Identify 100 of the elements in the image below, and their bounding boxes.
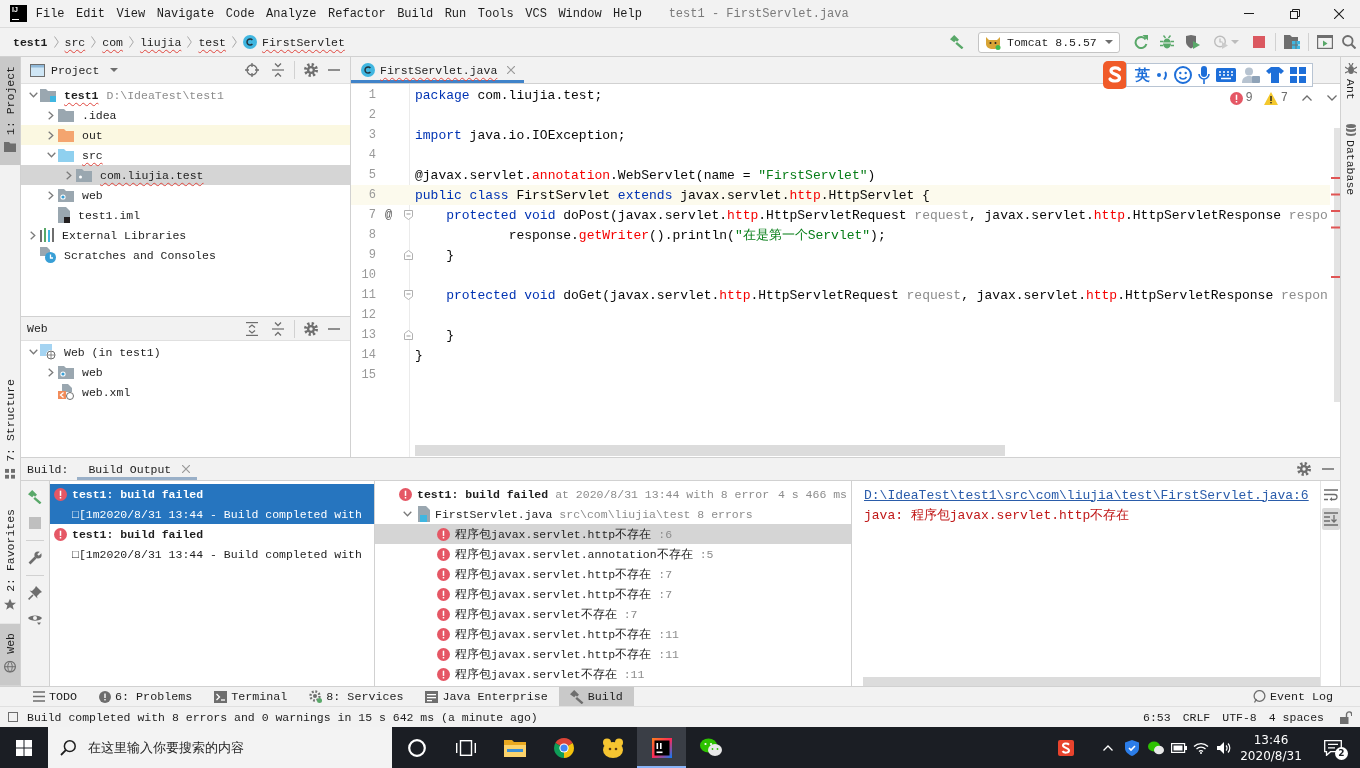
build-tree-item[interactable]: 程序包javax.servlet.http不存在 :11 [375,624,851,644]
tool-window-button[interactable]: 7: Structure [0,369,20,492]
tool-window-button[interactable]: Terminal [203,687,299,706]
error-icon [437,627,450,641]
menu-item[interactable]: Navigate [150,3,221,24]
tool-window-button[interactable]: 1: Project [0,57,20,165]
build-tree-item[interactable]: 程序包javax.servlet.http不存在 :6 [375,524,851,544]
menu-item[interactable]: Window [552,3,608,24]
status-widget[interactable]: 6:53 [1137,708,1177,726]
breadcrumb[interactable]: src [60,31,90,53]
microphone-icon[interactable] [1198,66,1210,84]
tool-window-button[interactable]: Event Log [1241,687,1344,706]
tool-window-button[interactable]: 6: Problems [88,687,204,706]
chevron-right-icon[interactable] [66,170,72,180]
tree-item[interactable]: test1 D:\IdeaTest\test1 [21,85,350,105]
close-icon[interactable] [182,465,191,473]
build-tree-item[interactable]: 程序包javax.servlet不存在 :7 [375,604,851,624]
chevron-right-icon[interactable] [48,190,54,200]
menu-item[interactable]: Help [607,3,648,24]
chevron-down-icon[interactable] [28,92,38,98]
panel-tab[interactable]: Build Output [77,458,198,480]
keyboard-icon[interactable] [1216,68,1236,82]
chevron-down-icon[interactable] [46,152,56,158]
tool-window-button[interactable]: Web [0,624,20,686]
build-tree-item[interactable]: 程序包javax.servlet不存在 :11 [375,664,851,684]
menu-item[interactable]: Code [220,3,261,24]
error-stripe[interactable] [1330,128,1340,402]
notification-button[interactable]: 2 [1306,727,1360,768]
menu-item[interactable]: Edit [70,3,111,24]
tree-item[interactable]: test1.iml [21,205,350,225]
clock[interactable]: 13:46 2020/8/31 [1236,727,1306,768]
tree-item[interactable]: out [21,125,350,145]
tool-window-button[interactable]: 2: Favorites [0,500,20,625]
chevron-up-icon[interactable] [1302,95,1312,101]
chevron-right-icon[interactable] [48,130,54,140]
tree-item[interactable]: web [21,362,350,382]
menu-item[interactable]: Build [391,3,439,24]
tree-item[interactable]: External Libraries [21,225,350,245]
build-tree-item[interactable]: 程序包javax.servlet.http不存在 :7 [375,564,851,584]
tool-window-button[interactable]: Database [1340,117,1360,201]
file-link[interactable]: D:\IdeaTest\test1\src\com\liujia\test\FirstServlet.java:6 [864,487,1309,503]
error-message: java: 程序包javax.servlet.http不存在 [864,507,1130,524]
status-widget[interactable]: UTF-8 [1216,708,1263,726]
close-icon[interactable] [507,66,516,74]
punctuation-icon[interactable] [1156,69,1168,81]
tree-item[interactable]: src [21,145,350,165]
build-session[interactable]: test1: build failed □[1m2020/8/31 13:44 - Build completed with [50,484,374,524]
tree-item[interactable]: web.xml [21,382,350,402]
minimize-icon [1244,13,1254,14]
chevron-right-icon[interactable] [30,230,36,240]
scroll-to-end-button[interactable] [1321,508,1340,530]
view-selector[interactable]: Project [30,63,119,77]
tool-window-button[interactable]: Java Enterprise [414,687,559,706]
build-tree-item[interactable]: test1: build failed at 2020/8/31 13:44 with 8 error 4 s 466 ms [375,484,851,504]
breadcrumb[interactable]: liujia [135,31,186,53]
web-folder-icon [58,365,74,379]
smiley-icon[interactable] [1174,66,1192,84]
tool-window-button[interactable]: Build [558,687,634,706]
horizontal-scrollbar[interactable] [415,445,1005,456]
line-number: 10 [360,268,376,282]
breadcrumb[interactable]: test [194,31,230,53]
chevron-down-icon[interactable] [402,511,412,517]
input-mode-toggle[interactable]: 英 [1135,65,1150,85]
status-widget[interactable]: CRLF [1176,708,1217,726]
chevron-right-icon[interactable] [48,110,54,120]
build-tree-item[interactable]: FirstServlet.java src\com\liujia\test 8 errors [375,504,851,524]
editor-tab[interactable]: FirstServlet.java [351,57,525,83]
build-tree-item[interactable]: 程序包javax.servlet.annotation不存在 :5 [375,544,851,564]
menu-item[interactable]: Run [438,3,472,24]
breadcrumb[interactable]: com [98,31,127,53]
taskbar-app[interactable] [637,727,686,768]
shirt-icon[interactable] [1266,67,1284,83]
tool-window-button[interactable]: 8: Services [298,687,415,706]
breadcrumb[interactable]: FirstServlet [239,31,349,53]
tool-window-button[interactable]: TODO [22,687,89,706]
breadcrumb[interactable]: test1 [9,31,52,53]
menu-item[interactable]: Analyze [260,3,323,24]
tree-item[interactable]: com.liujia.test [21,165,350,185]
user-icon[interactable] [1242,67,1260,83]
menu-item[interactable]: Tools [472,3,520,24]
build-tree-item[interactable]: 程序包javax.servlet.http不存在 :7 [375,584,851,604]
menu-item[interactable]: Refactor [322,3,392,24]
run-configuration-selector[interactable]: Tomcat 8.5.57 [978,31,1120,53]
horizontal-scrollbar[interactable] [863,677,1320,686]
build-session[interactable]: test1: build failed □[1m2020/8/31 13:44 - Build completed with [50,524,374,564]
tree-item[interactable]: .idea [21,105,350,125]
read-only-toggle-button[interactable] [1340,708,1352,726]
menu-item[interactable]: File [30,3,71,24]
tree-item[interactable]: Web (in test1) [21,342,350,362]
chevron-right-icon[interactable] [48,367,54,377]
tool-window-button[interactable]: Ant [1340,57,1360,106]
tree-item[interactable]: Scratches and Consoles [21,245,350,265]
chevron-down-icon[interactable] [28,349,38,355]
grid-icon[interactable] [1290,67,1306,83]
status-widget[interactable]: 4 spaces [1262,708,1330,726]
menu-item[interactable]: View [110,3,151,24]
build-tree-item[interactable]: 程序包javax.servlet.http不存在 :11 [375,644,851,664]
chevron-down-icon[interactable] [1327,95,1337,101]
tree-item[interactable]: web [21,185,350,205]
menu-item[interactable]: VCS [519,3,553,24]
